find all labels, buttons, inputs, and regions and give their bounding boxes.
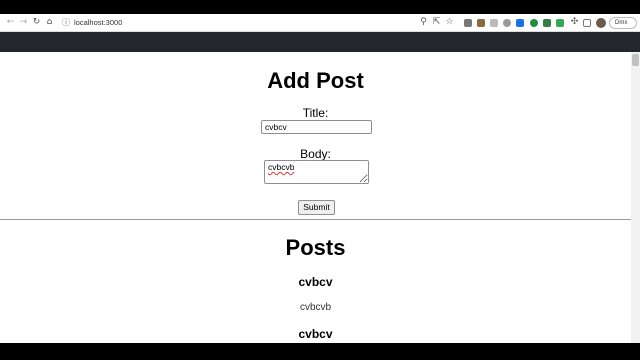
extension-icon[interactable] [556,19,564,27]
share-icon[interactable]: ⇱ [431,17,442,28]
address-bar[interactable]: ⓘ localhost:3000 [57,16,457,30]
zoom-icon[interactable]: ⚲ [418,17,429,28]
address-bar-url: localhost:3000 [74,18,123,27]
body-text: cvbcvb [268,162,295,172]
screen: ← → ↻ ⌂ ⓘ localhost:3000 ⚲ ⇱ ☆ ✣ Dmx Add… [0,0,640,360]
extension-icon[interactable] [516,19,524,27]
scrollbar-thumb[interactable] [632,54,639,66]
page-content: Add Post Title: cvbcv Body: cvbcvb Submi… [0,52,631,343]
extension-icon[interactable] [490,19,498,27]
divider [0,219,631,220]
extension-icon[interactable] [464,19,472,27]
extension-icon[interactable] [543,19,551,27]
info-icon[interactable]: ⓘ [62,18,70,28]
avatar[interactable] [596,18,606,28]
extension-icon[interactable] [477,19,485,27]
body-textarea[interactable]: cvbcvb [264,160,369,184]
post-title: cvbcv [298,327,333,341]
bottom-bar [0,343,640,360]
post-title: cvbcv [298,275,333,289]
add-post-heading: Add Post [267,68,364,93]
profile-button[interactable]: Dmx [609,17,637,29]
posts-heading: Posts [285,235,346,260]
side-panel-icon[interactable] [583,19,591,27]
title-label: Title: [302,106,329,120]
home-icon[interactable]: ⌂ [44,17,55,28]
puzzle-icon[interactable]: ✣ [569,17,580,28]
star-icon[interactable]: ☆ [444,17,455,28]
title-input[interactable]: cvbcv [261,120,372,134]
post-body: cvbcvb [299,302,332,313]
extension-icon[interactable] [530,19,538,27]
extension-icon[interactable] [503,19,511,27]
submit-button[interactable]: Submit [298,200,335,215]
arrow-left-icon[interactable]: ← [5,17,16,28]
app-navbar [0,32,640,52]
browser-toolbar: ← → ↻ ⌂ ⓘ localhost:3000 ⚲ ⇱ ☆ ✣ Dmx [0,14,640,32]
reload-icon[interactable]: ↻ [31,17,42,28]
body-label: Body: [300,147,331,161]
scrollbar[interactable] [631,52,640,343]
arrow-right-icon[interactable]: → [18,17,29,28]
